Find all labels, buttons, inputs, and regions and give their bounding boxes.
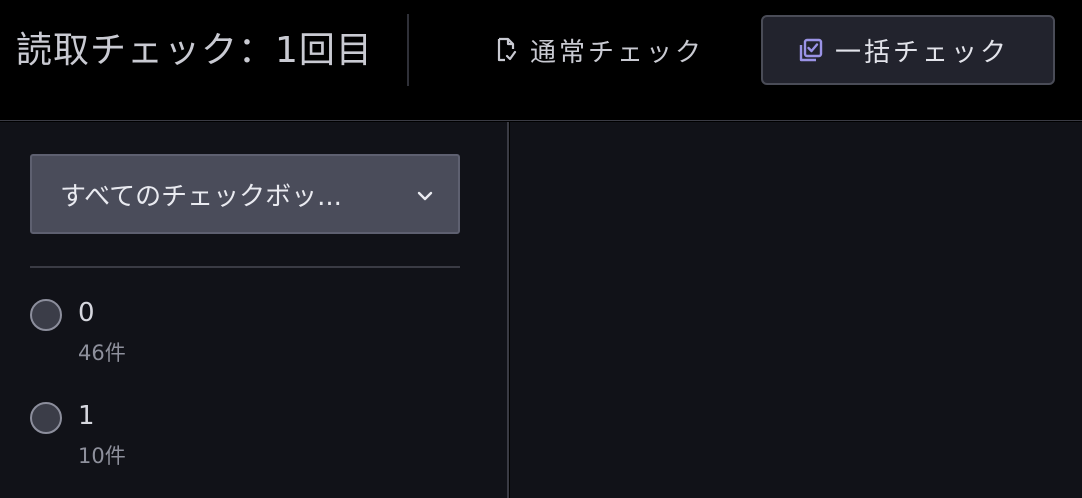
bulk-check-button[interactable]: 一括チェック <box>761 15 1055 85</box>
option-label: 0 <box>78 298 95 328</box>
header-divider <box>407 14 409 86</box>
bulk-check-label: 一括チェック <box>835 37 1010 68</box>
page-title: 読取チェック：1回目 <box>16 30 373 71</box>
sidebar: すべてのチェックボッ... 0 46件 1 10件 <box>0 122 509 498</box>
chevron-down-icon <box>414 184 436 206</box>
sidebar-divider <box>30 266 460 268</box>
main-panel <box>510 122 1082 498</box>
radio-button[interactable] <box>30 402 62 434</box>
normal-check-button[interactable]: 通常チェック <box>480 15 730 85</box>
filter-select-value: すべてのチェックボッ... <box>60 181 342 212</box>
checkbox-check-icon <box>797 36 825 64</box>
option-item[interactable]: 0 46件 <box>30 298 460 379</box>
radio-button[interactable] <box>30 299 62 331</box>
checkbox-filter-select[interactable]: すべてのチェックボッ... <box>30 154 460 234</box>
app-header: 読取チェック：1回目 通常チェック 一括チェック <box>0 0 1082 121</box>
document-check-icon <box>492 36 520 64</box>
option-count: 10件 <box>78 444 126 468</box>
normal-check-label: 通常チェック <box>530 37 705 68</box>
option-label: 1 <box>78 401 95 431</box>
option-item[interactable]: 1 10件 <box>30 401 460 482</box>
option-count: 46件 <box>78 341 126 365</box>
